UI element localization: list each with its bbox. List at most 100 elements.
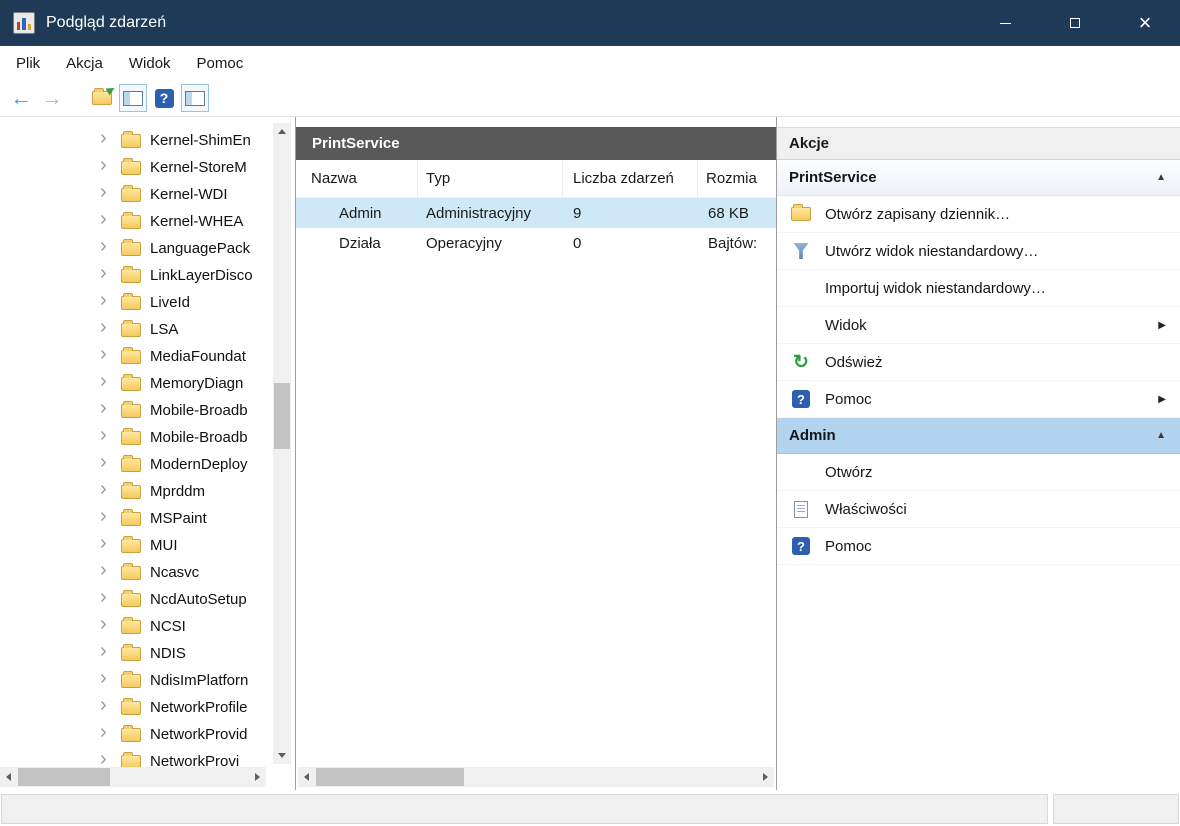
toggle-console-tree-button[interactable] <box>119 84 147 112</box>
tree-item[interactable]: ›Ncasvc <box>0 559 295 586</box>
action-admin-properties[interactable]: Właściwości <box>777 491 1180 528</box>
action-section-printservice[interactable]: PrintService▲ <box>777 160 1180 196</box>
table-header: NazwaTypLiczba zdarzeńRozmia <box>296 160 776 198</box>
tree-item[interactable]: ›MUI <box>0 532 295 559</box>
action-admin-open[interactable]: Otwórz <box>777 454 1180 491</box>
chevron-right-icon[interactable]: › <box>100 344 114 364</box>
tree-item[interactable]: ›Kernel-WHEA <box>0 208 295 235</box>
tree-item[interactable]: ›LiveId <box>0 289 295 316</box>
chevron-right-icon[interactable]: › <box>100 236 114 256</box>
triangle-left-icon <box>304 773 309 781</box>
menu-item-help[interactable]: Pomoc <box>184 46 257 80</box>
menu-item-action[interactable]: Akcja <box>53 46 116 80</box>
tree-item[interactable]: › LanguagePack <box>0 235 295 262</box>
horizontal-scroll-thumb[interactable] <box>18 768 110 786</box>
toggle-action-pane-button[interactable] <box>181 84 209 112</box>
tree-item[interactable]: ›Kernel-ShimEn <box>0 127 295 154</box>
chevron-right-icon[interactable]: › <box>100 479 114 499</box>
chevron-right-icon[interactable]: › <box>100 614 114 634</box>
chevron-right-icon[interactable]: › <box>100 695 114 715</box>
tree-item[interactable]: ›Kernel-WDI <box>0 181 295 208</box>
chevron-right-icon[interactable]: › <box>100 155 114 175</box>
chevron-right-icon[interactable]: › <box>100 560 114 580</box>
tree-item[interactable]: ›NCSI <box>0 613 295 640</box>
tree-item[interactable]: ›LSA <box>0 316 295 343</box>
chevron-right-icon[interactable]: › <box>100 668 114 688</box>
action-printservice-refresh[interactable]: ↻Odśwież <box>777 344 1180 381</box>
tree-item[interactable]: ›LinkLayerDisco <box>0 262 295 289</box>
tree-item[interactable]: ›NDIS <box>0 640 295 667</box>
scroll-up-button[interactable] <box>273 123 291 140</box>
table-row[interactable]: DziałaOperacyjny0Bajtów: <box>296 228 776 258</box>
horizontal-scroll-thumb[interactable] <box>316 768 464 786</box>
action-section-admin[interactable]: Admin▲ <box>777 418 1180 454</box>
action-printservice-import-custom-view[interactable]: Importuj widok niestandardowy… <box>777 270 1180 307</box>
chevron-right-icon[interactable]: › <box>100 128 114 148</box>
column-header[interactable]: Liczba zdarzeń <box>563 160 698 197</box>
scroll-down-button[interactable] <box>273 747 291 764</box>
action-printservice-help[interactable]: ?Pomoc▶ <box>777 381 1180 418</box>
menu-item-view[interactable]: Widok <box>116 46 184 80</box>
collapse-icon[interactable]: ▲ <box>1156 430 1166 441</box>
action-admin-help[interactable]: ?Pomoc <box>777 528 1180 565</box>
tree-item[interactable]: ›NdisImPlatforn <box>0 667 295 694</box>
chevron-right-icon[interactable]: › <box>100 506 114 526</box>
column-header[interactable]: Nazwa <box>296 160 418 197</box>
chevron-right-icon[interactable]: › <box>100 317 114 337</box>
tree-item[interactable]: ›MemoryDiagn <box>0 370 295 397</box>
tree-item[interactable]: ›ModernDeploy <box>0 451 295 478</box>
scroll-left-button[interactable] <box>0 767 17 787</box>
column-header[interactable]: Rozmia <box>698 160 776 197</box>
tree-vertical-scrollbar[interactable] <box>273 123 291 764</box>
tree-item[interactable]: ›MSPaint <box>0 505 295 532</box>
forward-button[interactable]: → <box>38 84 66 112</box>
collapse-icon[interactable]: ▲ <box>1156 172 1166 183</box>
chevron-right-icon[interactable]: › <box>100 641 114 661</box>
tree-item-label: MediaFoundat <box>150 348 246 365</box>
chevron-right-icon[interactable]: › <box>100 587 114 607</box>
action-printservice-view[interactable]: Widok▶ <box>777 307 1180 344</box>
action-printservice-create-custom-view[interactable]: Utwórz widok niestandardowy… <box>777 233 1180 270</box>
tree-item[interactable]: ›Mobile-Broadb <box>0 424 295 451</box>
scroll-right-button[interactable] <box>757 767 774 787</box>
tree-item[interactable]: ›NcdAutoSetup <box>0 586 295 613</box>
menu-item-file[interactable]: Plik <box>3 46 53 80</box>
tree-item[interactable]: ›NetworkProvid <box>0 721 295 748</box>
chevron-right-icon[interactable]: › <box>100 209 114 229</box>
chevron-right-icon[interactable]: › <box>100 371 114 391</box>
tree-item[interactable]: ›Kernel-StoreM <box>0 154 295 181</box>
tree-item-label: LanguagePack <box>150 240 250 257</box>
chevron-right-icon[interactable]: › <box>100 749 114 769</box>
chevron-right-icon[interactable]: › <box>100 290 114 310</box>
tree-item[interactable]: ›Mprddm <box>0 478 295 505</box>
event-viewer-window: Podgląd zdarzeń × PlikAkcjaWidokPomoc ←→… <box>0 0 1180 826</box>
scroll-right-button[interactable] <box>249 767 266 787</box>
chevron-right-icon[interactable]: › <box>100 533 114 553</box>
column-header[interactable]: Typ <box>418 160 563 197</box>
chevron-right-icon[interactable]: › <box>100 398 114 418</box>
tree-item[interactable]: › MediaFoundat <box>0 343 295 370</box>
list-horizontal-scrollbar[interactable] <box>298 767 774 787</box>
help-button[interactable]: ? <box>150 84 178 112</box>
tree-item[interactable]: ›Mobile-Broadb <box>0 397 295 424</box>
submenu-arrow-icon: ▶ <box>1158 320 1166 331</box>
table-row[interactable]: AdminAdministracyjny968 KB <box>296 198 776 228</box>
vertical-scroll-thumb[interactable] <box>274 383 290 449</box>
table-cell: Bajtów: <box>698 228 776 258</box>
minimize-button[interactable] <box>970 0 1040 46</box>
chevron-right-icon[interactable]: › <box>100 182 114 202</box>
chevron-right-icon[interactable]: › <box>100 425 114 445</box>
chevron-right-icon[interactable]: › <box>100 263 114 283</box>
chevron-right-icon[interactable]: › <box>100 722 114 742</box>
action-printservice-open-saved-log[interactable]: Otwórz zapisany dziennik… <box>777 196 1180 233</box>
back-button[interactable]: ← <box>7 84 35 112</box>
open-saved-log-button[interactable] <box>88 84 116 112</box>
scroll-left-button[interactable] <box>298 767 315 787</box>
submenu-arrow-icon: ▶ <box>1158 394 1166 405</box>
close-button[interactable]: × <box>1110 0 1180 46</box>
maximize-button[interactable] <box>1040 0 1110 46</box>
tree-horizontal-scrollbar[interactable] <box>0 767 266 787</box>
menu-bar: PlikAkcjaWidokPomoc <box>0 46 1180 80</box>
tree-item[interactable]: ›NetworkProfile <box>0 694 295 721</box>
chevron-right-icon[interactable]: › <box>100 452 114 472</box>
